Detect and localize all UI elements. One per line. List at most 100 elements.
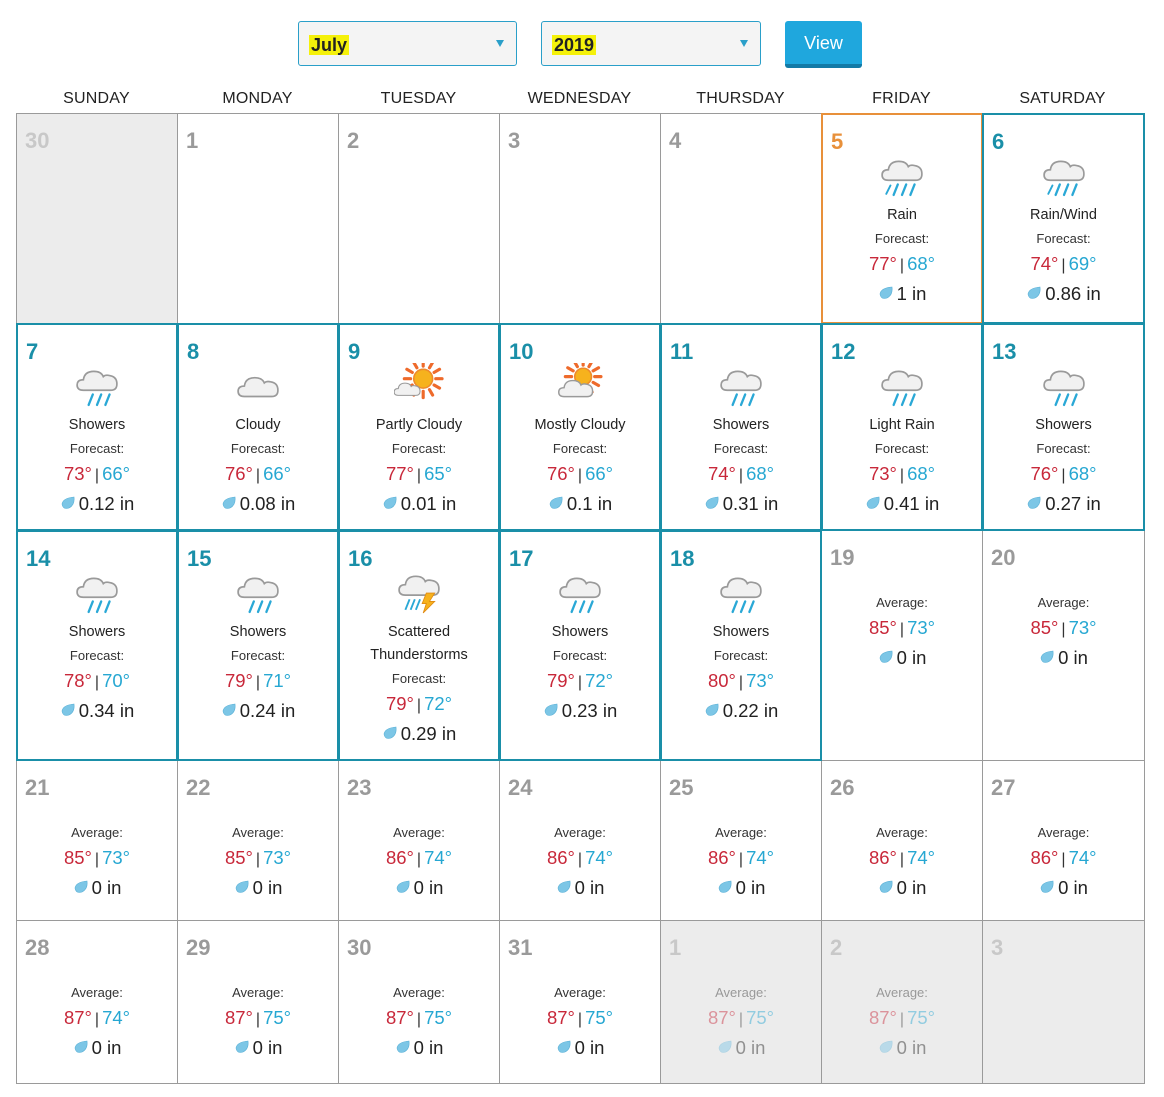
calendar-day[interactable]: 19 Average: 85° | 73° 0 in [821, 530, 983, 761]
high-temp: 87° [385, 1007, 414, 1028]
day-number: 3 [991, 935, 1004, 960]
view-button[interactable]: View [785, 21, 862, 68]
precipitation: 0 in [339, 1034, 499, 1062]
day-weather: Average: 87° | 75° 0 in [661, 981, 821, 1062]
precip-amount: 0.01 in [400, 493, 457, 514]
day-number: 5 [831, 129, 844, 154]
weekday-monday: MONDAY [222, 90, 293, 107]
day-weather: Average: 87° | 75° 0 in [822, 981, 982, 1062]
calendar-day[interactable]: 3 [982, 920, 1145, 1084]
high-temp: 79° [385, 693, 414, 714]
temperature-range: 73° | 68° [823, 461, 981, 488]
showers-icon [179, 570, 337, 619]
calendar-day[interactable]: 8 Cloudy Forecast: 76° | 66° 0.08 in [177, 323, 339, 531]
calendar-day[interactable]: 4 [660, 113, 822, 324]
calendar-day[interactable]: 22 Average: 85° | 73° 0 in [177, 760, 339, 921]
calendar-day[interactable]: 29 Average: 87° | 75° 0 in [177, 920, 339, 1084]
temp-separator: | [899, 467, 905, 484]
precip-amount: 0.29 in [400, 723, 457, 744]
day-weather: Average: 87° | 75° 0 in [500, 981, 660, 1062]
partly-cloudy-icon [340, 358, 498, 412]
calendar-day[interactable]: 31 Average: 87° | 75° 0 in [499, 920, 661, 1084]
calendar-day[interactable]: 1 Average: 87° | 75° 0 in [660, 920, 822, 1084]
day-weather: Showers Forecast: 79° | 72° 0.23 in [501, 570, 659, 725]
temp-separator: | [577, 851, 583, 868]
calendar-day[interactable]: 3 [499, 113, 661, 324]
chevron-down-icon [496, 40, 504, 47]
calendar-day[interactable]: 11 Showers Forecast: 74° | 68° 0.31 in [660, 323, 822, 531]
calendar-day[interactable]: 30 [16, 113, 178, 324]
day-number: 15 [187, 546, 212, 571]
weather-condition: Showers [712, 417, 770, 433]
low-temp: 72° [585, 670, 614, 691]
weekday-tuesday: TUESDAY [380, 90, 457, 107]
calendar-day[interactable]: 27 Average: 86° | 74° 0 in [982, 760, 1145, 921]
raindrop-icon [73, 1035, 89, 1062]
calendar-day-today[interactable]: 5 Rain Forecast: 77° | 68° 1 in [821, 113, 983, 324]
forecast-label: Forecast: [552, 441, 608, 456]
calendar-day[interactable]: 1 [177, 113, 339, 324]
low-temp: 66° [263, 463, 292, 484]
calendar-day[interactable]: 20 Average: 85° | 73° 0 in [982, 530, 1145, 761]
low-temp: 73° [102, 847, 131, 868]
calendar-day[interactable]: 14 Showers Forecast: 78° | 70° 0.34 in [16, 530, 178, 761]
day-number: 21 [25, 775, 50, 800]
precipitation: 0.24 in [179, 697, 337, 725]
precip-amount: 0 in [1058, 877, 1088, 898]
temperature-range: 76° | 68° [984, 461, 1143, 488]
calendar-day[interactable]: 2 Average: 87° | 75° 0 in [821, 920, 983, 1084]
day-number: 24 [508, 775, 533, 800]
calendar-day[interactable]: 25 Average: 86° | 74° 0 in [660, 760, 822, 921]
temp-separator: | [416, 851, 422, 868]
day-weather: Showers Forecast: 74° | 68° 0.31 in [662, 363, 820, 518]
calendar-day[interactable]: 10 Mostly Cloudy Forecast: 76° | 66° 0.1 in [499, 323, 661, 531]
forecast-label: Forecast: [713, 441, 769, 456]
calendar-day[interactable]: 2 [338, 113, 500, 324]
calendar-day[interactable]: 30 Average: 87° | 75° 0 in [338, 920, 500, 1084]
mostly-cloudy-icon [501, 357, 659, 412]
forecast-label: Average: [71, 825, 123, 840]
temp-separator: | [255, 851, 261, 868]
day-weather: Showers Forecast: 78° | 70° 0.34 in [18, 570, 176, 725]
precipitation: 0.27 in [984, 490, 1143, 518]
calendar-day[interactable]: 21 Average: 85° | 73° 0 in [16, 760, 178, 921]
high-temp: 77° [868, 253, 897, 274]
calendar-day[interactable]: 28 Average: 87° | 74° 0 in [16, 920, 178, 1084]
temperature-range: 87° | 75° [178, 1005, 338, 1032]
calendar-day[interactable]: 6 Rain/Wind Forecast: 74° | 69° 0.86 in [982, 113, 1145, 324]
day-weather: Showers Forecast: 76° | 68° 0.27 in [984, 363, 1143, 518]
calendar-day[interactable]: 18 Showers Forecast: 80° | 73° 0.22 in [660, 530, 822, 761]
calendar-day[interactable]: 7 Showers Forecast: 73° | 66° 0.12 in [16, 323, 178, 531]
precip-amount: 0 in [574, 1037, 605, 1058]
precipitation: 0 in [822, 874, 982, 902]
temp-separator: | [94, 1011, 100, 1028]
forecast-label: Average: [1037, 825, 1090, 840]
calendar-day[interactable]: 15 Showers Forecast: 79° | 71° 0.24 in [177, 530, 339, 761]
weather-condition: Showers [551, 624, 609, 640]
raindrop-icon [1026, 491, 1042, 518]
low-temp: 71° [263, 670, 292, 691]
calendar-day[interactable]: 16 Scattered Thunderstorms Forecast: 79° | 72… [338, 530, 500, 761]
calendar-day[interactable]: 12 Light Rain Forecast: 73° | 68° 0.41 in [821, 323, 983, 531]
precipitation: 0.23 in [501, 697, 659, 725]
calendar-day[interactable]: 17 Showers Forecast: 79° | 72° 0.23 in [499, 530, 661, 761]
high-temp: 86° [546, 847, 575, 868]
year-select-value: 2019 [552, 35, 597, 55]
precip-amount: 0 in [413, 1037, 444, 1058]
calendar-day[interactable]: 13 Showers Forecast: 76° | 68° 0.27 in [982, 323, 1145, 531]
high-temp: 76° [546, 463, 575, 484]
temp-separator: | [1061, 467, 1066, 484]
year-select[interactable]: 2019 [541, 21, 761, 66]
forecast-label: Average: [715, 825, 767, 840]
precipitation: 0.29 in [340, 720, 498, 748]
calendar-day[interactable]: 26 Average: 86° | 74° 0 in [821, 760, 983, 921]
low-temp: 66° [102, 463, 131, 484]
month-select[interactable]: July [298, 21, 517, 66]
calendar-day[interactable]: 23 Average: 86° | 74° 0 in [338, 760, 500, 921]
calendar-day[interactable]: 24 Average: 86° | 74° 0 in [499, 760, 661, 921]
high-temp: 74° [707, 463, 736, 484]
showers-icon [18, 570, 176, 619]
calendar-day[interactable]: 9 Partly Cloudy Forecast: 77° | 65° 0.01 in [338, 323, 500, 531]
high-temp: 85° [224, 847, 253, 868]
temperature-range: 85° | 73° [178, 845, 338, 872]
